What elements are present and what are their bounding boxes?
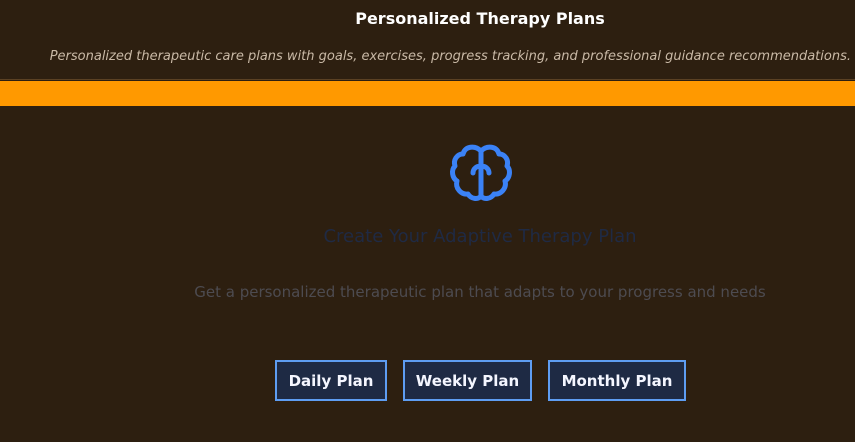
monthly-plan-button[interactable]: Monthly Plan [548, 360, 686, 401]
plan-description: Get a personalized therapeutic plan that… [194, 283, 766, 301]
page-title: Personalized Therapy Plans [355, 9, 605, 28]
weekly-plan-button[interactable]: Weekly Plan [403, 360, 532, 401]
brain-icon [449, 141, 513, 205]
plan-headline: Create Your Adaptive Therapy Plan [323, 226, 637, 247]
page-header: Personalized Therapy Plans Personalized … [0, 0, 855, 80]
page-subtitle: Personalized therapeutic care plans with… [49, 49, 851, 64]
daily-plan-button[interactable]: Daily Plan [275, 360, 387, 401]
accent-bar [0, 81, 855, 106]
